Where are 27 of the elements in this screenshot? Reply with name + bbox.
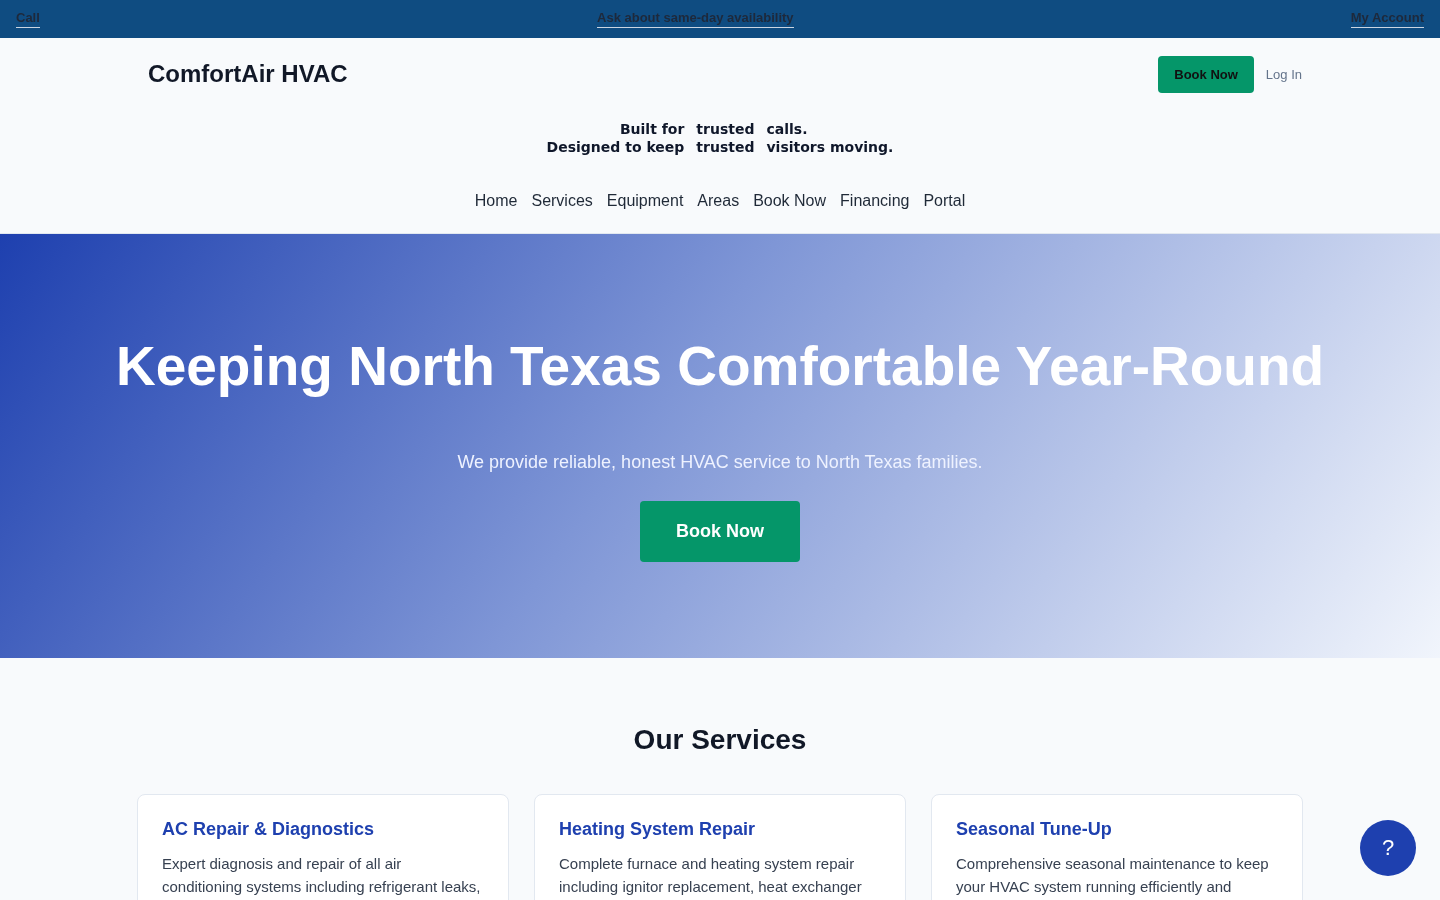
nav-link[interactable]: Areas	[697, 192, 740, 233]
card-description: Complete furnace and heating system repair including ignitor replacement, heat exchanger	[559, 854, 863, 897]
card-title: Seasonal Tune-Up	[956, 819, 1113, 840]
book-now-button[interactable]: Book Now	[1158, 55, 1254, 93]
nav-link[interactable]: Portal	[923, 192, 966, 233]
nav-link[interactable]: Financing	[840, 192, 910, 233]
card-description: Comprehensive seasonal maintenance to keep your HVAC system running efficiently and	[956, 854, 1270, 897]
hero-subtitle: We provide reliable, honest HVAC service to North Texas families.	[457, 452, 983, 473]
tagline-text: calls.	[766, 120, 809, 138]
tagline-text: trusted	[696, 138, 755, 156]
nav-link[interactable]: Home	[474, 192, 518, 233]
login-link[interactable]: Log In	[1265, 66, 1302, 82]
nav-link[interactable]: Services	[531, 192, 593, 233]
card-description: Expert diagnosis and repair of all air conditioning systems including refrigerant leaks,	[162, 854, 482, 897]
tagline-text: trusted	[696, 120, 755, 138]
site-logo[interactable]: ComfortAir HVAC	[148, 60, 348, 88]
tagline-text: visitors moving.	[766, 138, 894, 156]
nav-link[interactable]: Equipment	[606, 192, 684, 233]
tagline-text: Built for	[618, 120, 685, 138]
nav-link[interactable]: Book Now	[753, 192, 827, 233]
tagline-text: Designed to keep	[546, 138, 685, 156]
card-title: Heating System Repair	[559, 819, 757, 840]
hero-title: Keeping North Texas Comfortable Year-Round	[115, 334, 1325, 398]
help-button[interactable]: ?	[1360, 820, 1416, 876]
book-now-button[interactable]: Book Now	[640, 501, 800, 562]
card-title: AC Repair & Diagnostics	[162, 819, 376, 840]
section-title: Our Services	[633, 724, 807, 756]
